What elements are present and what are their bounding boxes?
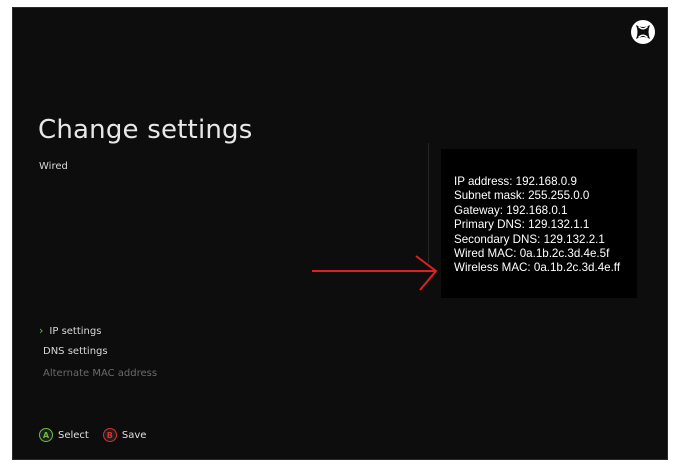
secondary-dns-line: Secondary DNS: 129.132.2.1 xyxy=(454,232,605,246)
panel-divider xyxy=(428,143,429,263)
menu-item-label: Alternate MAC address xyxy=(43,368,158,379)
wireless-mac-line: Wireless MAC: 0a.1b.2c.3d.4e.ff xyxy=(454,261,621,275)
connection-type-label: Wired xyxy=(39,161,68,172)
arrow-right-icon xyxy=(312,255,438,291)
menu-item-dns-settings[interactable]: DNS settings xyxy=(43,346,108,357)
menu-item-label: IP settings xyxy=(49,326,102,337)
a-button-icon: A xyxy=(39,428,53,442)
select-hint[interactable]: Select xyxy=(58,430,89,441)
ip-address-line: IP address: 192.168.0.9 xyxy=(454,175,577,188)
subnet-mask-line: Subnet mask: 255.255.0.0 xyxy=(454,189,590,203)
save-hint[interactable]: Save xyxy=(122,430,147,441)
controller-hints: A Select B Save xyxy=(39,428,160,442)
menu-item-alternate-mac[interactable]: Alternate MAC address xyxy=(43,368,157,379)
network-info-panel: IP address: 192.168.0.9 Subnet mask: 255… xyxy=(441,149,637,298)
b-button-icon: B xyxy=(102,428,117,442)
chevron-right-icon: › xyxy=(39,324,44,337)
gateway-line: Gateway: 192.168.0.1 xyxy=(454,203,568,217)
wired-mac-line: Wired MAC: 0a.1b.2c.3d.4e.5f xyxy=(454,247,610,261)
page-title: Change settings xyxy=(38,115,253,145)
primary-dns-line: Primary DNS: 129.132.1.1 xyxy=(454,218,590,232)
menu-item-ip-settings[interactable]: › IP settings xyxy=(39,324,101,337)
menu-item-label: DNS settings xyxy=(43,346,108,357)
xbox-logo-icon xyxy=(631,20,655,44)
